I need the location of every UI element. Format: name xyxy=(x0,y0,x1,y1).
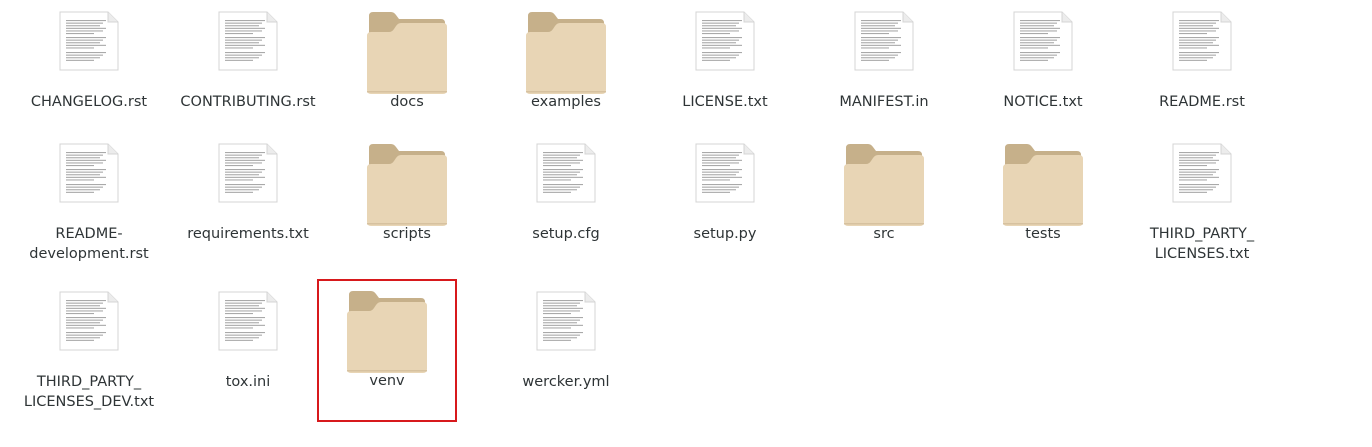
file-name-label: THIRD_PARTY_ LICENSES.txt xyxy=(1149,226,1255,262)
text-document-icon xyxy=(491,291,641,377)
file-item[interactable]: docs xyxy=(332,0,482,135)
text-document-icon xyxy=(173,291,323,377)
file-item[interactable]: src xyxy=(809,132,959,267)
file-item[interactable]: requirements.txt xyxy=(173,132,323,267)
folder-icon xyxy=(809,142,959,228)
file-item[interactable]: scripts xyxy=(332,132,482,267)
file-item[interactable]: THIRD_PARTY_ LICENSES_DEV.txt xyxy=(14,280,164,415)
text-document-icon xyxy=(491,143,641,229)
file-name-label: NOTICE.txt xyxy=(1003,94,1083,110)
text-document-icon xyxy=(14,11,164,97)
file-name-label: setup.cfg xyxy=(532,226,600,242)
text-document-icon xyxy=(650,11,800,97)
folder-icon xyxy=(332,142,482,228)
folder-icon xyxy=(968,142,1118,228)
text-document-icon xyxy=(1127,11,1277,97)
file-item[interactable]: wercker.yml xyxy=(491,280,641,415)
text-document-icon xyxy=(173,143,323,229)
file-name-label: README.rst xyxy=(1159,94,1245,110)
file-item[interactable]: README.rst xyxy=(1127,0,1277,135)
file-name-label: examples xyxy=(531,94,601,110)
file-name-label: scripts xyxy=(383,226,431,242)
file-item[interactable]: examples xyxy=(491,0,641,135)
file-name-label: tox.ini xyxy=(225,374,271,390)
file-item[interactable]: THIRD_PARTY_ LICENSES.txt xyxy=(1127,132,1277,267)
file-name-label: CHANGELOG.rst xyxy=(30,94,148,110)
file-icon-grid: CHANGELOG.rst CONTRIBUTING.rst docs example… xyxy=(0,0,1372,447)
text-document-icon xyxy=(968,11,1118,97)
file-name-label: LICENSE.txt xyxy=(682,94,768,110)
text-document-icon xyxy=(650,143,800,229)
file-item[interactable]: setup.py xyxy=(650,132,800,267)
file-name-label: CONTRIBUTING.rst xyxy=(180,94,316,110)
file-name-label: docs xyxy=(390,94,424,110)
file-item[interactable]: MANIFEST.in xyxy=(809,0,959,135)
text-document-icon xyxy=(809,11,959,97)
text-document-icon xyxy=(1127,143,1277,229)
file-item[interactable]: tox.ini xyxy=(173,280,323,415)
text-document-icon xyxy=(173,11,323,97)
folder-icon xyxy=(491,10,641,96)
text-document-icon xyxy=(14,291,164,377)
file-item[interactable]: venv xyxy=(317,279,457,422)
file-name-label: MANIFEST.in xyxy=(839,94,929,110)
folder-icon xyxy=(319,289,455,375)
file-item[interactable]: tests xyxy=(968,132,1118,267)
text-document-icon xyxy=(14,143,164,229)
file-item[interactable]: CONTRIBUTING.rst xyxy=(173,0,323,135)
file-name-label: venv xyxy=(369,373,405,389)
file-name-label: tests xyxy=(1025,226,1061,242)
file-name-label: setup.py xyxy=(693,226,757,242)
file-name-label: src xyxy=(873,226,895,242)
file-name-label: requirements.txt xyxy=(187,226,309,242)
file-item[interactable]: README- development.rst xyxy=(14,132,164,267)
file-item[interactable]: setup.cfg xyxy=(491,132,641,267)
file-name-label: THIRD_PARTY_ LICENSES_DEV.txt xyxy=(23,374,155,410)
file-item[interactable]: CHANGELOG.rst xyxy=(14,0,164,135)
file-name-label: README- development.rst xyxy=(29,226,149,262)
file-item[interactable]: NOTICE.txt xyxy=(968,0,1118,135)
file-name-label: wercker.yml xyxy=(522,374,610,390)
file-item[interactable]: LICENSE.txt xyxy=(650,0,800,135)
folder-icon xyxy=(332,10,482,96)
